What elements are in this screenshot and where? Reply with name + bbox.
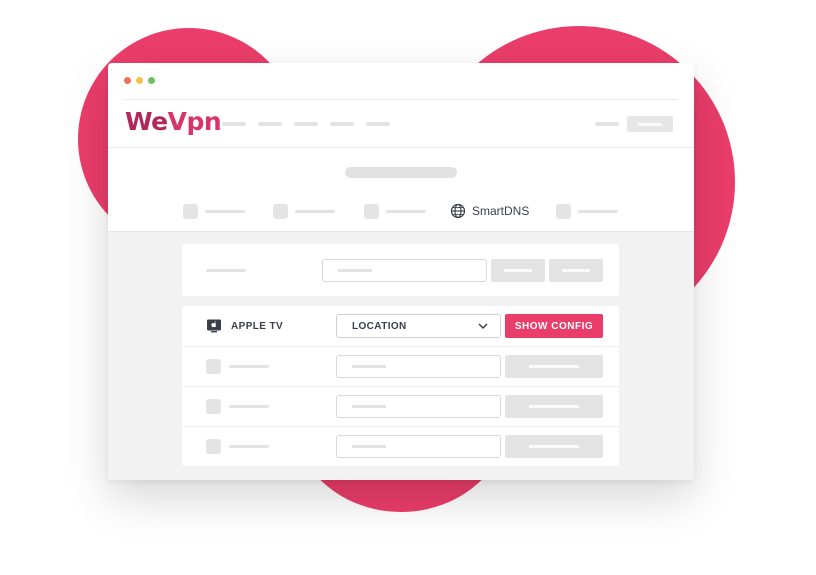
text-input-placeholder[interactable] bbox=[322, 259, 487, 282]
tab-label-placeholder[interactable] bbox=[295, 210, 335, 213]
button-placeholder[interactable] bbox=[505, 435, 603, 458]
tab-icon-placeholder bbox=[183, 204, 198, 219]
device-name-apple-tv: APPLE TV bbox=[231, 321, 284, 332]
location-select[interactable]: LOCATION bbox=[336, 314, 501, 338]
close-dot[interactable] bbox=[124, 77, 131, 84]
device-name-placeholder bbox=[229, 365, 269, 368]
logo-we: We bbox=[125, 107, 168, 136]
button-placeholder[interactable] bbox=[505, 395, 603, 418]
nav-button-placeholder[interactable] bbox=[627, 116, 673, 132]
button-placeholder[interactable] bbox=[505, 355, 603, 378]
select-placeholder[interactable] bbox=[336, 435, 501, 458]
titlebar-divider bbox=[124, 99, 678, 100]
apple-tv-icon bbox=[207, 319, 221, 333]
device-icon-placeholder bbox=[206, 359, 221, 374]
button-placeholder[interactable] bbox=[549, 259, 603, 282]
header-divider bbox=[108, 147, 694, 148]
device-icon-placeholder bbox=[206, 399, 221, 414]
wevpn-logo[interactable]: WeVpn bbox=[125, 107, 222, 137]
select-placeholder[interactable] bbox=[336, 355, 501, 378]
browser-window: WeVpn SmartDNS APPLE TV LOCATION SHOW CO… bbox=[108, 63, 694, 480]
minimize-dot[interactable] bbox=[136, 77, 143, 84]
maximize-dot[interactable] bbox=[148, 77, 155, 84]
content-area: APPLE TV LOCATION SHOW CONFIG bbox=[108, 231, 694, 480]
nav-link-placeholder[interactable] bbox=[366, 122, 390, 126]
tab-label-placeholder[interactable] bbox=[578, 210, 618, 213]
chevron-down-icon bbox=[478, 322, 488, 329]
select-placeholder[interactable] bbox=[336, 395, 501, 418]
tab-icon-placeholder bbox=[556, 204, 571, 219]
row-divider bbox=[182, 386, 619, 387]
page-title-placeholder bbox=[345, 167, 457, 178]
nav-link-placeholder[interactable] bbox=[294, 122, 318, 126]
device-icon-placeholder bbox=[206, 439, 221, 454]
tab-label-placeholder[interactable] bbox=[386, 210, 426, 213]
row-divider bbox=[182, 346, 619, 347]
device-name-placeholder bbox=[229, 445, 269, 448]
show-config-button[interactable]: SHOW CONFIG bbox=[505, 314, 603, 338]
globe-icon bbox=[450, 203, 466, 219]
nav-link-placeholder[interactable] bbox=[258, 122, 282, 126]
field-label-placeholder bbox=[206, 269, 246, 272]
device-list-card: APPLE TV LOCATION SHOW CONFIG bbox=[182, 306, 619, 466]
nav-link-placeholder[interactable] bbox=[330, 122, 354, 126]
location-select-label: LOCATION bbox=[352, 320, 407, 332]
logo-vpn: Vpn bbox=[167, 107, 222, 136]
button-placeholder[interactable] bbox=[491, 259, 545, 282]
nav-login-placeholder[interactable] bbox=[595, 122, 619, 126]
tab-smartdns-label: SmartDNS bbox=[472, 204, 530, 218]
tab-label-placeholder[interactable] bbox=[205, 210, 245, 213]
tab-smartdns[interactable]: SmartDNS bbox=[450, 202, 529, 220]
device-name-placeholder bbox=[229, 405, 269, 408]
row-divider bbox=[182, 426, 619, 427]
nav-link-placeholder[interactable] bbox=[222, 122, 246, 126]
tab-icon-placeholder bbox=[364, 204, 379, 219]
tab-icon-placeholder bbox=[273, 204, 288, 219]
settings-card bbox=[182, 244, 619, 296]
